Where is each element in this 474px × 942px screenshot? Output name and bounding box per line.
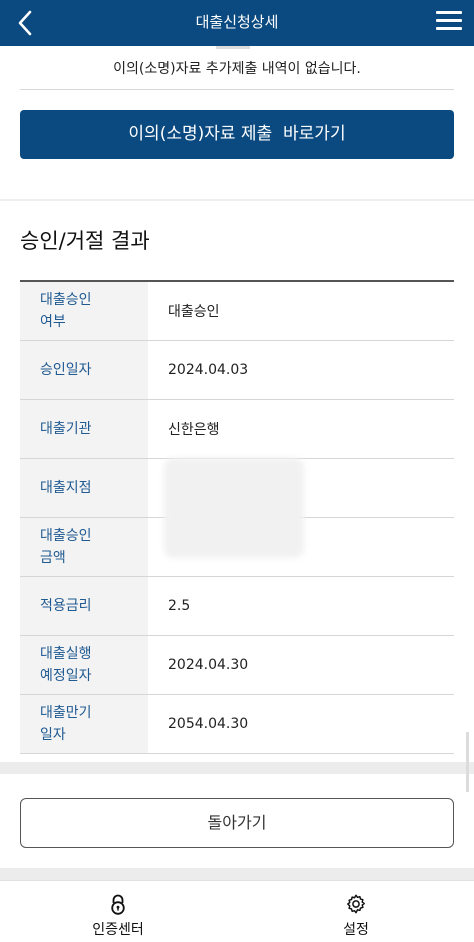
lock-icon — [107, 893, 129, 915]
table-row: 대출승인 여부 대출승인 — [20, 282, 454, 341]
row-label: 대출실행 예정일자 — [20, 636, 148, 694]
row-value: 2024.04.03 — [168, 362, 249, 378]
section-separator — [0, 199, 474, 201]
nav-item-auth-center[interactable]: 인증센터 — [58, 893, 178, 939]
row-label: 대출만기 일자 — [20, 695, 148, 753]
row-label: 대출지점 — [20, 459, 148, 517]
row-label: 대출승인 금액 — [20, 518, 148, 576]
divider — [20, 89, 454, 90]
section-title-result: 승인/거절 결과 — [20, 229, 150, 253]
table-row: 승인일자 2024.04.03 — [20, 341, 454, 400]
bottom-nav: 인증센터 설정 — [0, 880, 474, 942]
row-value: 2054.04.30 — [168, 716, 249, 732]
hamburger-menu-icon[interactable] — [436, 8, 462, 34]
nav-label: 설정 — [343, 922, 369, 938]
row-label: 적용금리 — [20, 577, 148, 635]
section-separator — [0, 762, 474, 774]
row-value: 대출승인 — [168, 304, 220, 320]
row-value: 2.5 — [168, 598, 191, 614]
row-label: 대출기관 — [20, 400, 148, 458]
table-row: 대출실행 예정일자 2024.04.30 — [20, 636, 454, 695]
row-value: 신한은행 — [168, 422, 220, 438]
table-row: 대출만기 일자 2054.04.30 — [20, 695, 454, 754]
row-label: 대출승인 여부 — [20, 282, 148, 340]
scroll-notch — [216, 46, 250, 49]
section-separator — [0, 868, 474, 880]
gear-icon — [345, 893, 367, 915]
nav-item-settings[interactable]: 설정 — [296, 893, 416, 939]
row-label: 승인일자 — [20, 341, 148, 399]
nav-label: 인증센터 — [92, 922, 144, 938]
go-back-button[interactable]: 돌아가기 — [20, 798, 454, 848]
redacted-area — [164, 458, 304, 558]
table-row: 대출기관 신한은행 — [20, 400, 454, 459]
scrollbar[interactable] — [466, 732, 469, 792]
table-row: 적용금리 2.5 — [20, 577, 454, 636]
objection-submit-button[interactable]: 이의(소명)자료 제출 바로가기 — [20, 110, 454, 159]
row-value: 2024.04.30 — [168, 657, 249, 673]
objection-empty-notice: 이의(소명)자료 추가제출 내역이 없습니다. — [113, 61, 361, 77]
page-title: 대출신청상세 — [195, 13, 279, 31]
top-app-bar: 대출신청상세 — [0, 0, 474, 49]
